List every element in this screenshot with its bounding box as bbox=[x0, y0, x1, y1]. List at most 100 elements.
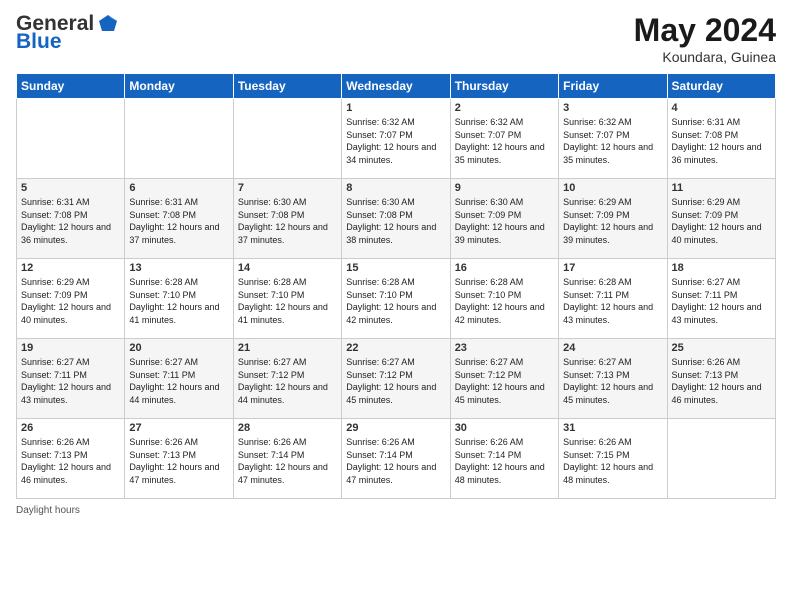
cell-info: Sunrise: 6:32 AMSunset: 7:07 PMDaylight:… bbox=[346, 117, 436, 165]
day-cell: 24 Sunrise: 6:27 AMSunset: 7:13 PMDayligh… bbox=[559, 339, 667, 419]
cell-info: Sunrise: 6:27 AMSunset: 7:12 PMDaylight:… bbox=[455, 357, 545, 405]
cell-info: Sunrise: 6:26 AMSunset: 7:13 PMDaylight:… bbox=[21, 437, 111, 485]
cell-info: Sunrise: 6:27 AMSunset: 7:11 PMDaylight:… bbox=[129, 357, 219, 405]
day-cell: 4 Sunrise: 6:31 AMSunset: 7:08 PMDaylight… bbox=[667, 99, 775, 179]
day-cell: 26 Sunrise: 6:26 AMSunset: 7:13 PMDayligh… bbox=[17, 419, 125, 499]
day-number: 11 bbox=[672, 182, 771, 194]
day-cell: 27 Sunrise: 6:26 AMSunset: 7:13 PMDayligh… bbox=[125, 419, 233, 499]
day-cell: 17 Sunrise: 6:28 AMSunset: 7:11 PMDayligh… bbox=[559, 259, 667, 339]
day-cell: 14Sunrise: 6:28 AMSunset: 7:10 PMDayligh… bbox=[233, 259, 341, 339]
day-number: 6 bbox=[129, 182, 228, 194]
day-cell: 8 Sunrise: 6:30 AMSunset: 7:08 PMDaylight… bbox=[342, 179, 450, 259]
day-number: 2 bbox=[455, 102, 554, 114]
day-cell: 2 Sunrise: 6:32 AMSunset: 7:07 PMDaylight… bbox=[450, 99, 558, 179]
cell-info: Sunrise: 6:30 AMSunset: 7:08 PMDaylight:… bbox=[346, 197, 436, 245]
logo-flag-icon bbox=[97, 13, 119, 35]
day-cell: 30 Sunrise: 6:26 AMSunset: 7:14 PMDayligh… bbox=[450, 419, 558, 499]
day-cell: 11 Sunrise: 6:29 AMSunset: 7:09 PMDayligh… bbox=[667, 179, 775, 259]
cell-info: Sunrise: 6:32 AMSunset: 7:07 PMDaylight:… bbox=[563, 117, 653, 165]
cell-info: Sunrise: 6:26 AMSunset: 7:14 PMDaylight:… bbox=[455, 437, 545, 485]
cell-info: Sunrise: 6:31 AMSunset: 7:08 PMDaylight:… bbox=[672, 117, 762, 165]
day-cell: 9 Sunrise: 6:30 AMSunset: 7:09 PMDaylight… bbox=[450, 179, 558, 259]
col-header-sunday: Sunday bbox=[17, 74, 125, 99]
cell-info: Sunrise: 6:29 AMSunset: 7:09 PMDaylight:… bbox=[563, 197, 653, 245]
cell-info: Sunrise: 6:28 AMSunset: 7:10 PMDaylight:… bbox=[129, 277, 219, 325]
day-cell: 25 Sunrise: 6:26 AMSunset: 7:13 PMDayligh… bbox=[667, 339, 775, 419]
cell-info: Sunrise: 6:26 AMSunset: 7:13 PMDaylight:… bbox=[129, 437, 219, 485]
col-header-saturday: Saturday bbox=[667, 74, 775, 99]
day-cell: 12Sunrise: 6:29 AMSunset: 7:09 PMDayligh… bbox=[17, 259, 125, 339]
day-number: 21 bbox=[238, 342, 337, 354]
logo: General Blue bbox=[16, 12, 119, 54]
cell-info: Sunrise: 6:30 AMSunset: 7:09 PMDaylight:… bbox=[455, 197, 545, 245]
calendar-location: Koundara, Guinea bbox=[634, 49, 776, 65]
cell-info: Sunrise: 6:26 AMSunset: 7:14 PMDaylight:… bbox=[346, 437, 436, 485]
cell-info: Sunrise: 6:31 AMSunset: 7:08 PMDaylight:… bbox=[129, 197, 219, 245]
cell-info: Sunrise: 6:26 AMSunset: 7:15 PMDaylight:… bbox=[563, 437, 653, 485]
day-number: 23 bbox=[455, 342, 554, 354]
cell-info: Sunrise: 6:29 AMSunset: 7:09 PMDaylight:… bbox=[672, 197, 762, 245]
day-cell: 23 Sunrise: 6:27 AMSunset: 7:12 PMDayligh… bbox=[450, 339, 558, 419]
cell-info: Sunrise: 6:27 AMSunset: 7:12 PMDaylight:… bbox=[346, 357, 436, 405]
day-number: 31 bbox=[563, 422, 662, 434]
day-cell: 15Sunrise: 6:28 AMSunset: 7:10 PMDayligh… bbox=[342, 259, 450, 339]
day-number: 30 bbox=[455, 422, 554, 434]
col-header-tuesday: Tuesday bbox=[233, 74, 341, 99]
day-cell: 20 Sunrise: 6:27 AMSunset: 7:11 PMDayligh… bbox=[125, 339, 233, 419]
day-cell: 31 Sunrise: 6:26 AMSunset: 7:15 PMDayligh… bbox=[559, 419, 667, 499]
day-number: 24 bbox=[563, 342, 662, 354]
day-cell: 3 Sunrise: 6:32 AMSunset: 7:07 PMDaylight… bbox=[559, 99, 667, 179]
title-block: May 2024 Koundara, Guinea bbox=[634, 12, 776, 65]
day-cell: 16Sunrise: 6:28 AMSunset: 7:10 PMDayligh… bbox=[450, 259, 558, 339]
day-number: 18 bbox=[672, 262, 771, 274]
day-number: 8 bbox=[346, 182, 445, 194]
day-number: 3 bbox=[563, 102, 662, 114]
col-header-thursday: Thursday bbox=[450, 74, 558, 99]
day-cell: 13 Sunrise: 6:28 AMSunset: 7:10 PMDayligh… bbox=[125, 259, 233, 339]
day-number: 14 bbox=[238, 262, 337, 274]
day-number: 17 bbox=[563, 262, 662, 274]
calendar-title: May 2024 bbox=[634, 12, 776, 49]
day-cell: 5Sunrise: 6:31 AMSunset: 7:08 PMDaylight… bbox=[17, 179, 125, 259]
day-cell: 1Sunrise: 6:32 AMSunset: 7:07 PMDaylight… bbox=[342, 99, 450, 179]
day-number: 28 bbox=[238, 422, 337, 434]
day-number: 27 bbox=[129, 422, 228, 434]
col-header-monday: Monday bbox=[125, 74, 233, 99]
page: General Blue May 2024 Koundara, Guinea S… bbox=[0, 0, 792, 612]
day-cell bbox=[125, 99, 233, 179]
day-number: 12 bbox=[21, 262, 120, 274]
day-number: 7 bbox=[238, 182, 337, 194]
cell-info: Sunrise: 6:27 AMSunset: 7:11 PMDaylight:… bbox=[672, 277, 762, 325]
day-number: 25 bbox=[672, 342, 771, 354]
week-row-5: 26 Sunrise: 6:26 AMSunset: 7:13 PMDayligh… bbox=[17, 419, 776, 499]
day-cell bbox=[233, 99, 341, 179]
week-row-2: 5Sunrise: 6:31 AMSunset: 7:08 PMDaylight… bbox=[17, 179, 776, 259]
cell-info: Sunrise: 6:28 AMSunset: 7:11 PMDaylight:… bbox=[563, 277, 653, 325]
day-cell bbox=[667, 419, 775, 499]
day-cell: 29 Sunrise: 6:26 AMSunset: 7:14 PMDayligh… bbox=[342, 419, 450, 499]
cell-info: Sunrise: 6:26 AMSunset: 7:14 PMDaylight:… bbox=[238, 437, 328, 485]
cell-info: Sunrise: 6:26 AMSunset: 7:13 PMDaylight:… bbox=[672, 357, 762, 405]
cell-info: Sunrise: 6:27 AMSunset: 7:13 PMDaylight:… bbox=[563, 357, 653, 405]
cell-info: Sunrise: 6:32 AMSunset: 7:07 PMDaylight:… bbox=[455, 117, 545, 165]
day-cell: 28 Sunrise: 6:26 AMSunset: 7:14 PMDayligh… bbox=[233, 419, 341, 499]
cell-info: Sunrise: 6:31 AMSunset: 7:08 PMDaylight:… bbox=[21, 197, 111, 245]
day-number: 29 bbox=[346, 422, 445, 434]
day-number: 10 bbox=[563, 182, 662, 194]
day-number: 26 bbox=[21, 422, 120, 434]
day-cell: 7Sunrise: 6:30 AMSunset: 7:08 PMDaylight… bbox=[233, 179, 341, 259]
day-number: 9 bbox=[455, 182, 554, 194]
day-cell: 10 Sunrise: 6:29 AMSunset: 7:09 PMDayligh… bbox=[559, 179, 667, 259]
calendar-table: SundayMondayTuesdayWednesdayThursdayFrid… bbox=[16, 73, 776, 499]
cell-info: Sunrise: 6:27 AMSunset: 7:12 PMDaylight:… bbox=[238, 357, 328, 405]
day-number: 15 bbox=[346, 262, 445, 274]
day-number: 16 bbox=[455, 262, 554, 274]
col-header-friday: Friday bbox=[559, 74, 667, 99]
day-number: 20 bbox=[129, 342, 228, 354]
day-number: 22 bbox=[346, 342, 445, 354]
day-cell: 21 Sunrise: 6:27 AMSunset: 7:12 PMDayligh… bbox=[233, 339, 341, 419]
day-number: 4 bbox=[672, 102, 771, 114]
day-cell: 22 Sunrise: 6:27 AMSunset: 7:12 PMDayligh… bbox=[342, 339, 450, 419]
header-row: SundayMondayTuesdayWednesdayThursdayFrid… bbox=[17, 74, 776, 99]
day-number: 13 bbox=[129, 262, 228, 274]
